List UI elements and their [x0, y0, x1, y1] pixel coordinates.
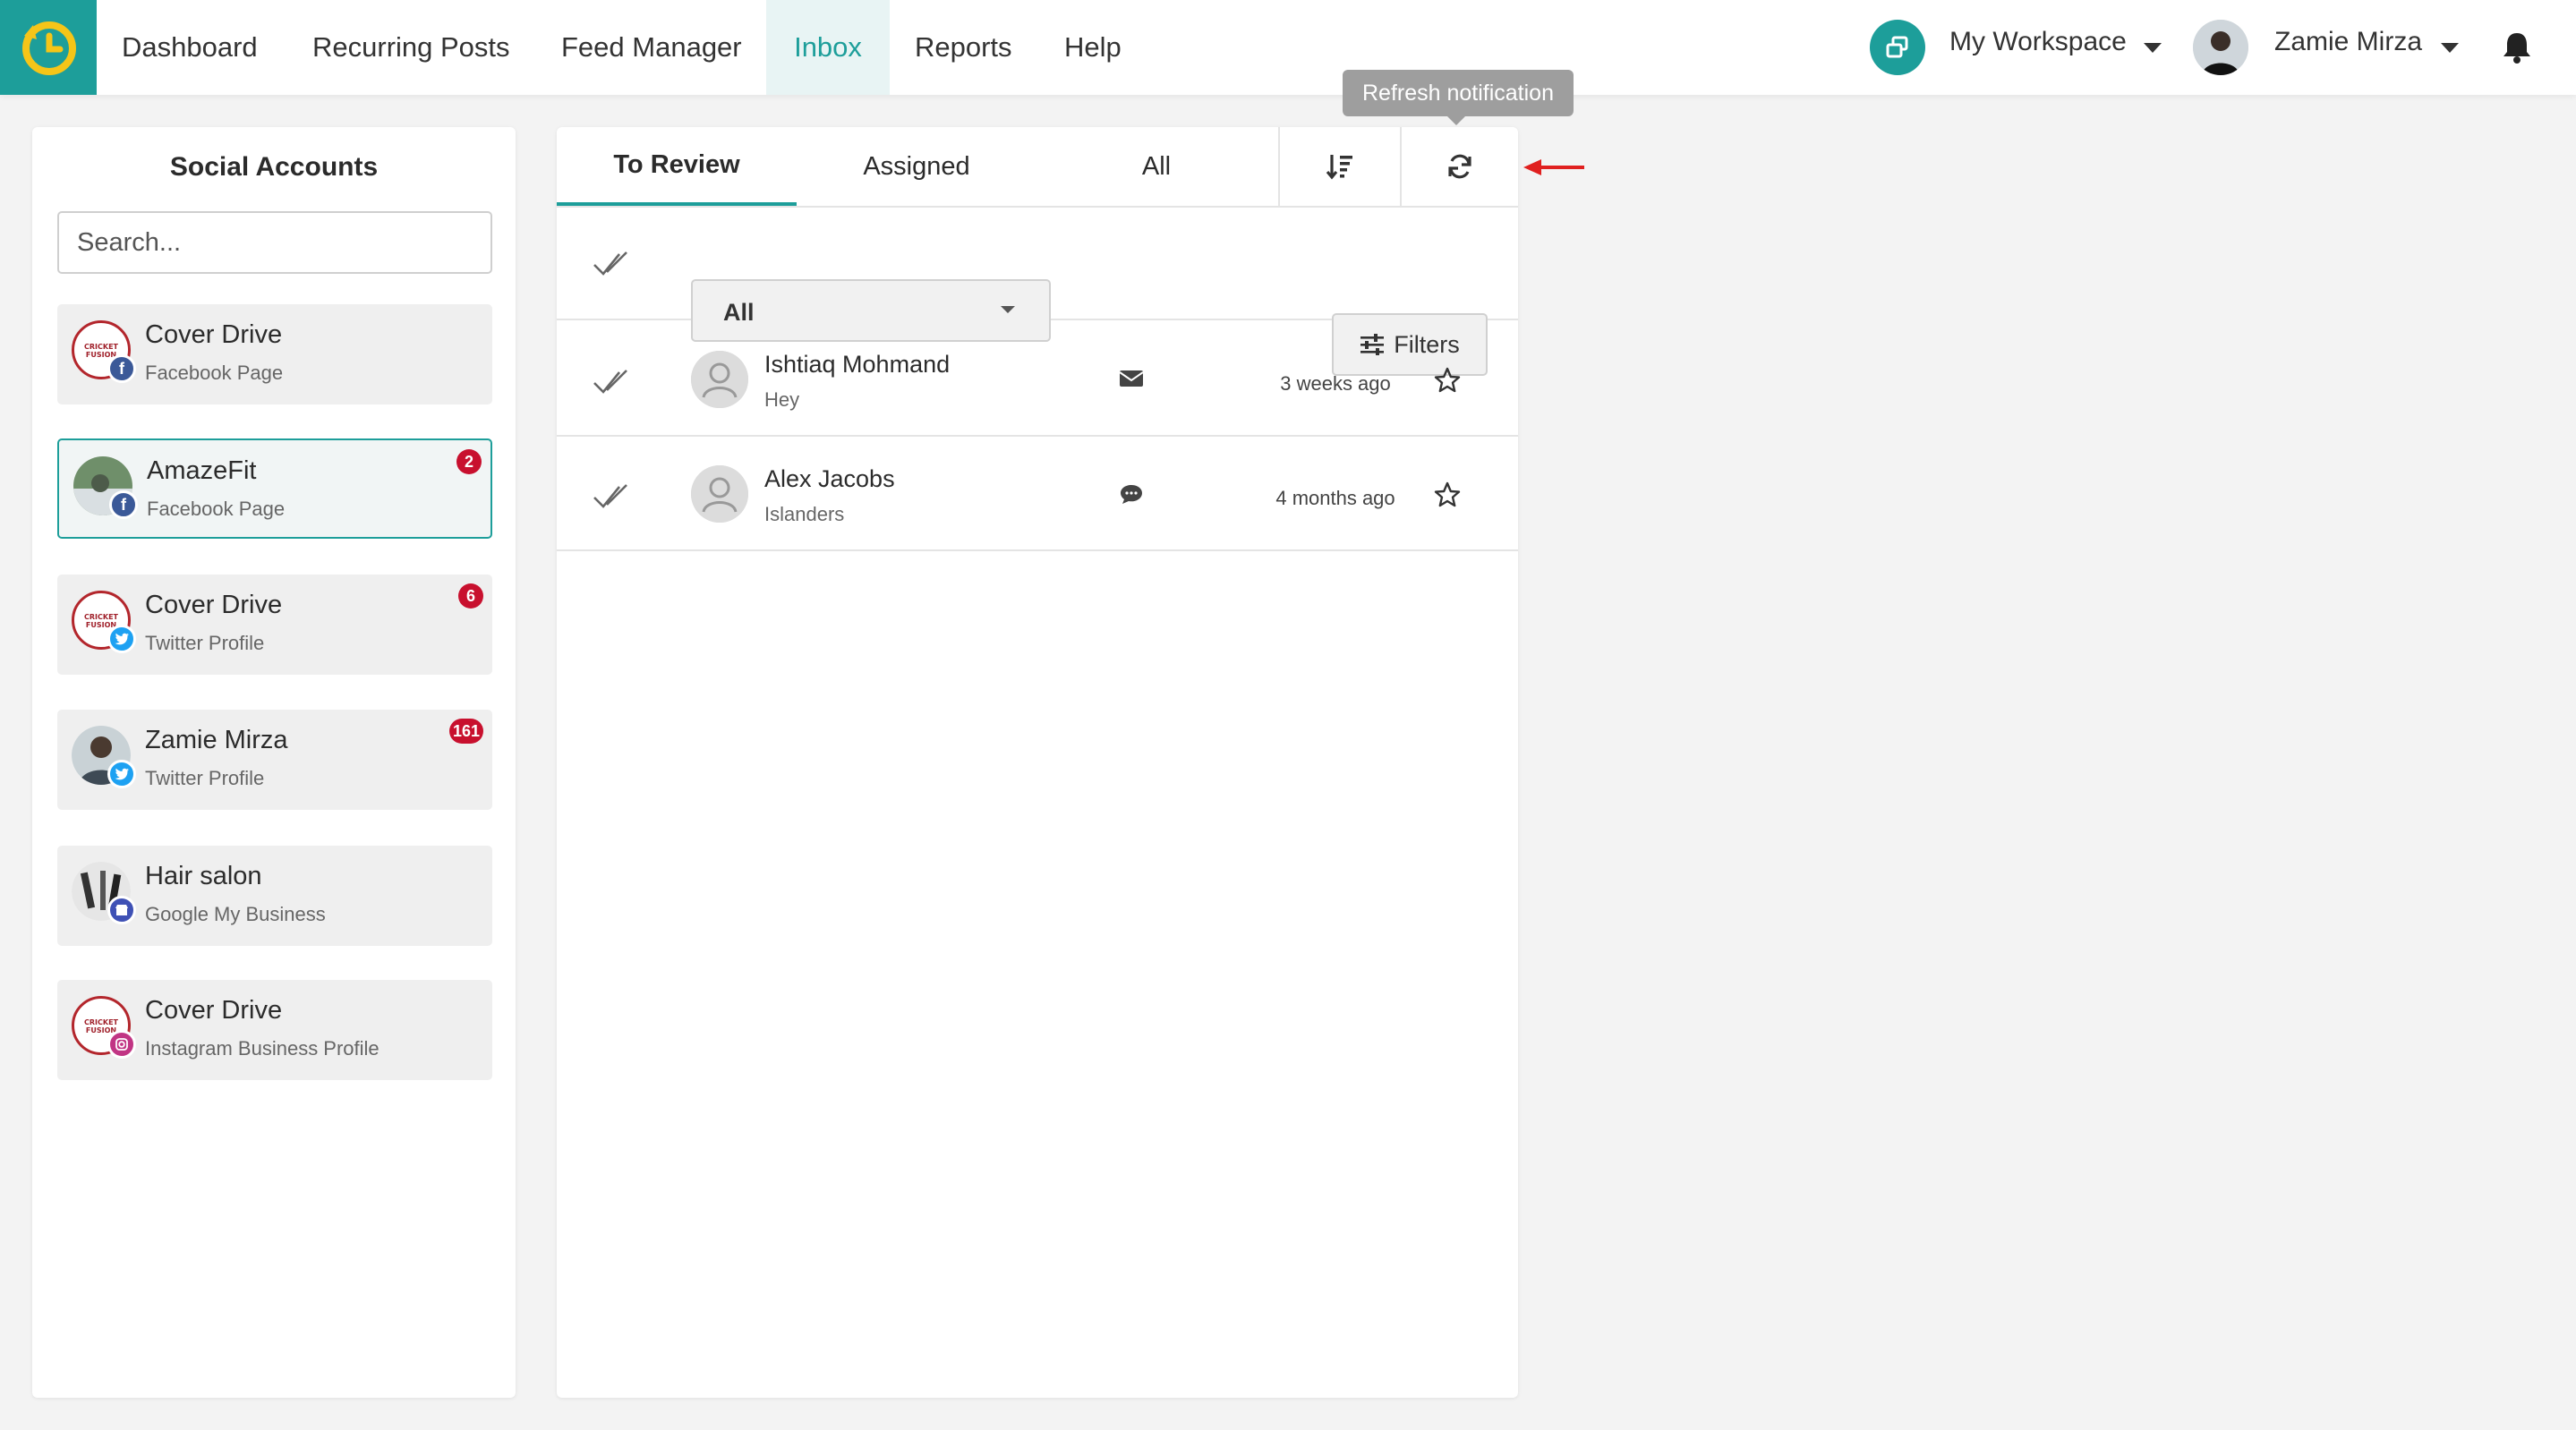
comment-icon	[1119, 483, 1144, 509]
message-preview: Islanders	[764, 503, 845, 525]
account-item[interactable]: Hair salon Google My Business	[57, 846, 492, 946]
sort-button[interactable]	[1280, 127, 1400, 206]
star-icon[interactable]	[1434, 481, 1461, 513]
user-chevron-down-icon[interactable]	[2441, 43, 2459, 53]
user-photo	[2193, 20, 2248, 75]
tab-assigned[interactable]: Assigned	[797, 127, 1036, 206]
instagram-icon	[107, 1030, 136, 1059]
select-all-check-icon[interactable]	[593, 249, 630, 284]
nav-help[interactable]: Help	[1039, 0, 1147, 95]
contact-name: Alex Jacobs	[764, 465, 895, 492]
clock-logo-icon	[22, 21, 76, 75]
twitter-icon	[107, 625, 136, 653]
panel-title: Social Accounts	[169, 152, 379, 182]
refresh-icon	[1448, 154, 1471, 179]
nav-dashboard[interactable]: Dashboard	[97, 0, 283, 95]
account-name: Hair salon	[145, 862, 262, 890]
account-name: Zamie Mirza	[145, 726, 288, 754]
bell-icon[interactable]	[2501, 30, 2533, 69]
nav-recurring-posts[interactable]: Recurring Posts	[287, 0, 535, 95]
message-preview: Hey	[764, 388, 800, 411]
account-search-input[interactable]	[57, 211, 492, 274]
account-item[interactable]: CRICKET FUSION Cover Drive Twitter Profi…	[57, 575, 492, 675]
refresh-button[interactable]	[1402, 127, 1518, 206]
contact-avatar-icon	[691, 465, 748, 523]
social-accounts-panel: Social Accounts CRICKET FUSION f Cover D…	[32, 127, 516, 1398]
message-row[interactable]: Ishtiaq Mohmand Hey 3 weeks ago	[557, 322, 1518, 437]
unread-count-badge: 161	[448, 719, 483, 744]
star-icon[interactable]	[1434, 367, 1461, 398]
nav-feed-manager[interactable]: Feed Manager	[536, 0, 767, 95]
nav-inbox[interactable]: Inbox	[766, 0, 890, 95]
tab-to-review[interactable]: To Review	[557, 127, 797, 206]
message-time: 4 months ago	[1275, 487, 1395, 509]
app-logo[interactable]	[0, 0, 97, 95]
twitter-icon	[107, 760, 136, 788]
workspace-icon[interactable]	[1870, 20, 1925, 75]
inbox-tabs: To Review Assigned All	[557, 127, 1518, 208]
unread-count-badge: 6	[458, 583, 483, 609]
account-type: Twitter Profile	[145, 632, 265, 654]
inbox-panel: To Review Assigned All Filters All Ishti…	[557, 127, 1518, 1398]
account-name: AmazeFit	[147, 456, 257, 485]
top-navigation-bar: Dashboard Recurring Posts Feed Manager I…	[0, 0, 2576, 95]
contact-name: Ishtiaq Mohmand	[764, 351, 951, 378]
mark-done-check-icon[interactable]	[593, 481, 630, 516]
nav-reports[interactable]: Reports	[890, 0, 1037, 95]
user-menu[interactable]: Zamie Mirza	[2274, 27, 2422, 57]
account-type: Google My Business	[145, 903, 326, 925]
account-type: Facebook Page	[145, 362, 284, 384]
account-item[interactable]: f AmazeFit Facebook Page 2	[57, 438, 492, 539]
message-row[interactable]: Alex Jacobs Islanders 4 months ago	[557, 437, 1518, 551]
account-item[interactable]: Zamie Mirza Twitter Profile 161	[57, 710, 492, 810]
account-item[interactable]: CRICKET FUSION Cover Drive Instagram Bus…	[57, 980, 492, 1080]
facebook-icon: f	[109, 490, 138, 519]
account-type: Twitter Profile	[145, 767, 265, 789]
account-item[interactable]: CRICKET FUSION f Cover Drive Facebook Pa…	[57, 304, 492, 404]
account-type: Facebook Page	[147, 498, 286, 520]
tooltip-tail	[1447, 116, 1465, 125]
unread-count-badge: 2	[456, 449, 482, 474]
refresh-tooltip: Refresh notification	[1343, 70, 1574, 116]
chevron-down-icon	[1001, 306, 1015, 313]
account-type: Instagram Business Profile	[145, 1037, 380, 1060]
tab-all[interactable]: All	[1036, 127, 1276, 206]
workspace-switch-icon	[1886, 36, 1908, 58]
envelope-icon	[1119, 369, 1144, 393]
message-time: 3 weeks ago	[1280, 372, 1391, 395]
account-name: Cover Drive	[145, 591, 283, 619]
contact-avatar-icon	[691, 351, 748, 408]
workspace-chevron-down-icon[interactable]	[2144, 43, 2162, 53]
google-my-business-icon	[107, 896, 136, 924]
account-name: Cover Drive	[145, 996, 283, 1025]
user-avatar[interactable]	[2193, 20, 2248, 75]
annotation-arrow-icon	[1522, 157, 1586, 182]
facebook-icon: f	[107, 354, 136, 383]
workspace-dropdown[interactable]: My Workspace	[1949, 27, 2127, 57]
mark-done-check-icon[interactable]	[593, 367, 630, 402]
sort-icon	[1326, 155, 1352, 180]
account-name: Cover Drive	[145, 320, 283, 349]
